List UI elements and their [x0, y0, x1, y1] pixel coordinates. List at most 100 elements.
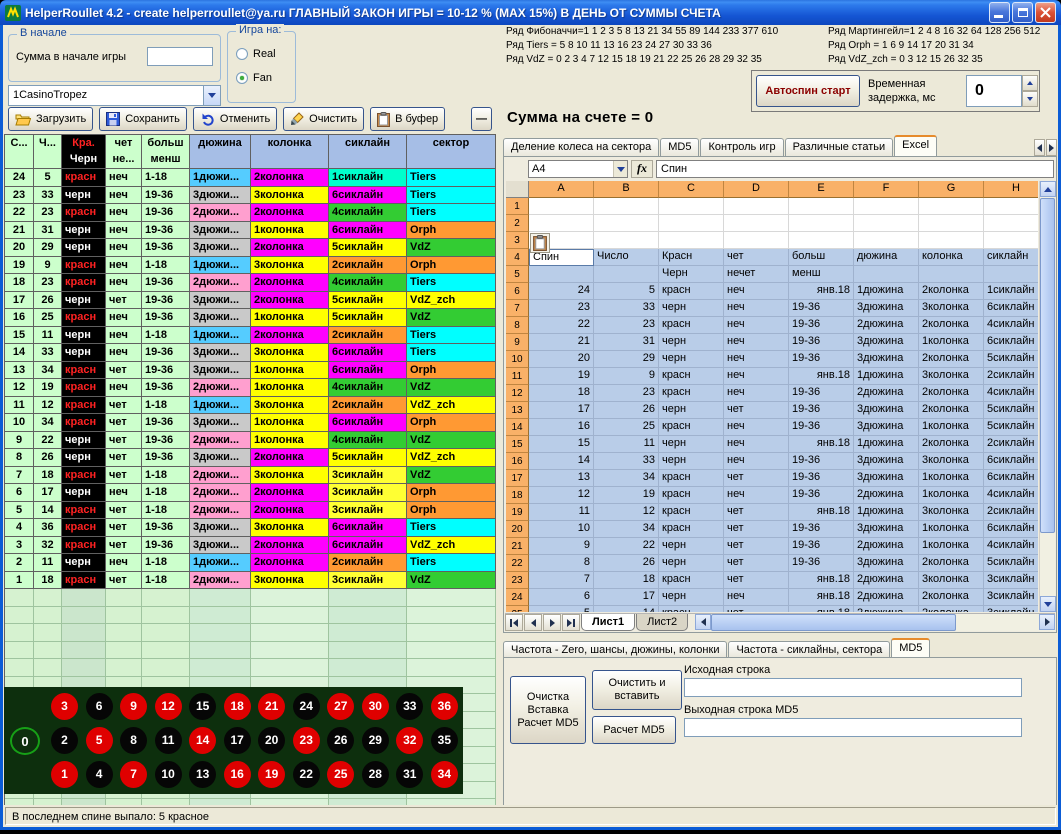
cell-C25[interactable]: красн [659, 606, 724, 612]
cell-C7[interactable]: черн [659, 300, 724, 317]
name-box-arrow[interactable] [613, 161, 627, 177]
cell-A20[interactable]: 10 [529, 521, 594, 538]
cell-F25[interactable]: 2дюжина [854, 606, 919, 612]
cell-F18[interactable]: 2дюжина [854, 487, 919, 504]
frequency-tab-3[interactable]: MD5 [891, 638, 930, 657]
cell-D9[interactable]: неч [724, 334, 789, 351]
cell-E15[interactable]: янв.18 [789, 436, 854, 453]
cell-E8[interactable]: 19-36 [789, 317, 854, 334]
spin-row-5[interactable]: 514краснчет1-182дюжи...2колонка3сиклайнO… [5, 502, 496, 520]
cell-C1[interactable] [659, 198, 724, 215]
cell-A19[interactable]: 11 [529, 504, 594, 521]
cell-E23[interactable]: янв.18 [789, 572, 854, 589]
md5-clear-insert-button[interactable]: Очистить и вставить [592, 670, 682, 710]
cell-H22[interactable]: 5сиклайн [984, 555, 1038, 572]
spin-row-9[interactable]: 922чернчет19-362дюжи...1колонка4сиклайнV… [5, 432, 496, 450]
cell-A2[interactable] [529, 215, 594, 232]
cell-B3[interactable] [594, 232, 659, 249]
cell-B10[interactable]: 29 [594, 351, 659, 368]
cell-A23[interactable]: 7 [529, 572, 594, 589]
cell-C6[interactable]: красн [659, 283, 724, 300]
board-number-23[interactable]: 23 [293, 727, 320, 754]
cell-B22[interactable]: 26 [594, 555, 659, 572]
row-header-23[interactable]: 23 [506, 572, 529, 589]
cell-E4[interactable]: больш [789, 249, 854, 266]
cell-B23[interactable]: 18 [594, 572, 659, 589]
board-number-7[interactable]: 7 [120, 761, 147, 788]
vertical-scroll-thumb[interactable] [1040, 198, 1055, 533]
cell-D15[interactable]: неч [724, 436, 789, 453]
row-header-10[interactable]: 10 [506, 351, 529, 368]
horizontal-scrollbar[interactable] [695, 614, 1055, 631]
frequency-tab-2[interactable]: Частота - сиклайны, сектора [728, 641, 890, 657]
cell-G23[interactable]: 3колонка [919, 572, 984, 589]
cell-C3[interactable] [659, 232, 724, 249]
collapse-button[interactable]: — [471, 107, 492, 131]
cell-F15[interactable]: 1дюжина [854, 436, 919, 453]
cell-C11[interactable]: красн [659, 368, 724, 385]
spinner-up-button[interactable] [1022, 75, 1038, 91]
spin-row-6[interactable]: 617черннеч1-182дюжи...2колонка3сиклайнOr… [5, 484, 496, 502]
cell-H7[interactable]: 6сиклайн [984, 300, 1038, 317]
board-number-28[interactable]: 28 [362, 761, 389, 788]
cell-E21[interactable]: 19-36 [789, 538, 854, 555]
main-tab-3[interactable]: Контроль игр [700, 138, 783, 156]
board-number-12[interactable]: 12 [155, 693, 182, 720]
board-number-14[interactable]: 14 [189, 727, 216, 754]
spin-row-3[interactable]: 332краснчет19-363дюжи...2колонка6сиклайн… [5, 537, 496, 555]
cell-A9[interactable]: 21 [529, 334, 594, 351]
cell-D13[interactable]: чет [724, 402, 789, 419]
row-header-1[interactable]: 1 [506, 198, 529, 215]
titlebar[interactable]: HelperRoullet 4.2 - create helperroullet… [0, 0, 1061, 25]
cell-G1[interactable] [919, 198, 984, 215]
cell-H18[interactable]: 4сиклайн [984, 487, 1038, 504]
cell-E13[interactable]: 19-36 [789, 402, 854, 419]
col-header-G[interactable]: G [919, 181, 984, 198]
cell-E19[interactable]: янв.18 [789, 504, 854, 521]
spin-row-1[interactable]: 118краснчет1-182дюжи...3колонка3сиклайнV… [5, 572, 496, 590]
cell-C16[interactable]: черн [659, 453, 724, 470]
cell-D10[interactable]: неч [724, 351, 789, 368]
cell-E18[interactable]: 19-36 [789, 487, 854, 504]
spin-row-13[interactable]: 1334краснчет19-363дюжи...1колонка6сиклай… [5, 362, 496, 380]
cell-F21[interactable]: 2дюжина [854, 538, 919, 555]
row-header-9[interactable]: 9 [506, 334, 529, 351]
cell-F19[interactable]: 1дюжина [854, 504, 919, 521]
casino-select-arrow[interactable] [203, 86, 220, 105]
cell-G7[interactable]: 3колонка [919, 300, 984, 317]
cell-D24[interactable]: неч [724, 589, 789, 606]
spin-row-16[interactable]: 1625красннеч19-363дюжи...1колонка5сиклай… [5, 309, 496, 327]
cell-C21[interactable]: черн [659, 538, 724, 555]
cell-G19[interactable]: 3колонка [919, 504, 984, 521]
board-number-3[interactable]: 3 [51, 693, 78, 720]
cell-E20[interactable]: 19-36 [789, 521, 854, 538]
cell-G16[interactable]: 3колонка [919, 453, 984, 470]
cell-A16[interactable]: 14 [529, 453, 594, 470]
cell-C8[interactable]: красн [659, 317, 724, 334]
sheet-nav-prev-button[interactable] [524, 614, 542, 631]
cell-C5[interactable]: Черн [659, 266, 724, 283]
cell-C4[interactable]: Красн [659, 249, 724, 266]
delay-spinner-value[interactable]: 0 [966, 75, 1022, 107]
spin-row-4[interactable]: 436краснчет19-363дюжи...3колонка6сиклайн… [5, 519, 496, 537]
cell-G6[interactable]: 2колонка [919, 283, 984, 300]
board-number-16[interactable]: 16 [224, 761, 251, 788]
cell-A25[interactable]: 5 [529, 606, 594, 612]
spin-row-22[interactable]: 2223красннеч19-362дюжи...2колонка4сиклай… [5, 204, 496, 222]
close-button[interactable] [1035, 2, 1056, 23]
cell-G22[interactable]: 2колонка [919, 555, 984, 572]
scroll-left-button[interactable] [695, 614, 711, 630]
row-header-19[interactable]: 19 [506, 504, 529, 521]
casino-select[interactable]: 1CasinoTropez [8, 85, 221, 106]
cell-E2[interactable] [789, 215, 854, 232]
radio-real-icon[interactable] [236, 48, 248, 60]
cell-G24[interactable]: 2колонка [919, 589, 984, 606]
scroll-up-button[interactable] [1040, 181, 1056, 197]
cell-F7[interactable]: 3дюжина [854, 300, 919, 317]
row-header-8[interactable]: 8 [506, 317, 529, 334]
cell-G15[interactable]: 2колонка [919, 436, 984, 453]
cell-C23[interactable]: красн [659, 572, 724, 589]
cell-H9[interactable]: 6сиклайн [984, 334, 1038, 351]
row-header-24[interactable]: 24 [506, 589, 529, 606]
cell-B14[interactable]: 25 [594, 419, 659, 436]
